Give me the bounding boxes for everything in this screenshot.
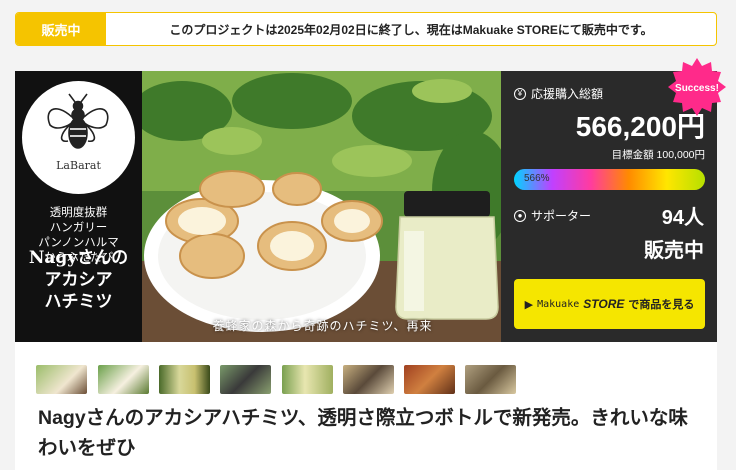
thumbnail-7[interactable]	[404, 365, 455, 394]
makuake-logo-icon: ▶	[524, 298, 534, 311]
hero-product-line: Nagyさんの	[28, 248, 129, 268]
thumbnail-8[interactable]	[465, 365, 516, 394]
project-hero: LaBarat 透明度抜群 ハンガリー パンノンハルマ からふたたび Nagyさ…	[15, 58, 726, 342]
honey-product-photo	[142, 71, 501, 342]
project-title: Nagyさんのアカシアハチミツ、透明さ際立つボトルで新発売。きれいな味わいをぜひ	[38, 407, 688, 459]
total-label: ¥ 応援購入総額	[514, 85, 603, 102]
brand-name: LaBarat	[56, 159, 101, 172]
store-brand-store: STORE	[583, 297, 625, 311]
hero-tagline-line: 透明度抜群	[49, 205, 108, 219]
progress-bar: 566%	[514, 169, 705, 190]
hero-product-name: Nagyさんの アカシア ハチミツ	[15, 247, 142, 313]
thumbnail-5[interactable]	[282, 365, 333, 394]
store-button-label: で商品を見る	[628, 299, 695, 311]
progress-percent: 566%	[524, 173, 550, 184]
thumbnail-1[interactable]	[36, 365, 87, 394]
goal-amount: 目標金額 100,000円	[611, 149, 705, 161]
hero-caption: 養蜂家の森から奇跡のハチミツ、再来	[212, 319, 433, 333]
thumbnail-2[interactable]	[98, 365, 149, 394]
supporters-count: 94人	[661, 207, 704, 229]
supporters-label: ● サポーター	[514, 207, 591, 224]
yen-icon: ¥	[514, 87, 526, 100]
status-badge: 販売中	[16, 13, 106, 45]
thumbnail-6[interactable]	[343, 365, 394, 394]
success-badge: Success!	[668, 58, 726, 116]
sale-status-label: 販売中	[644, 240, 704, 262]
brand-logo: LaBarat	[22, 81, 135, 194]
success-badge-text: Success!	[675, 83, 719, 94]
hero-image[interactable]: LaBarat 透明度抜群 ハンガリー パンノンハルマ からふたたび Nagyさ…	[15, 71, 501, 342]
supporters-label-text: サポーター	[531, 209, 592, 223]
user-icon: ●	[514, 209, 526, 222]
bee-icon	[47, 93, 109, 149]
brand-panel: LaBarat 透明度抜群 ハンガリー パンノンハルマ からふたたび Nagyさ…	[15, 71, 142, 342]
store-brand: Makuake	[537, 298, 580, 310]
hero-tagline-line: ハンガリー	[49, 220, 108, 234]
thumbnail-4[interactable]	[220, 365, 271, 394]
makuake-store-button[interactable]: ▶ Makuake STORE で商品を見る	[514, 279, 705, 329]
funding-stats: ¥ 応援購入総額 566,200円 目標金額 100,000円 566% ● サ…	[501, 58, 726, 342]
thumbnail-3[interactable]	[159, 365, 210, 394]
hero-product-line: ハチミツ	[44, 292, 113, 312]
status-message: このプロジェクトは2025年02月02日に終了し、現在はMakuake STOR…	[169, 22, 653, 37]
sale-status-bar: 販売中 このプロジェクトは2025年02月02日に終了し、現在はMakuake …	[15, 12, 717, 46]
total-label-text: 応援購入総額	[531, 87, 604, 101]
hero-product-line: アカシア	[44, 270, 113, 290]
